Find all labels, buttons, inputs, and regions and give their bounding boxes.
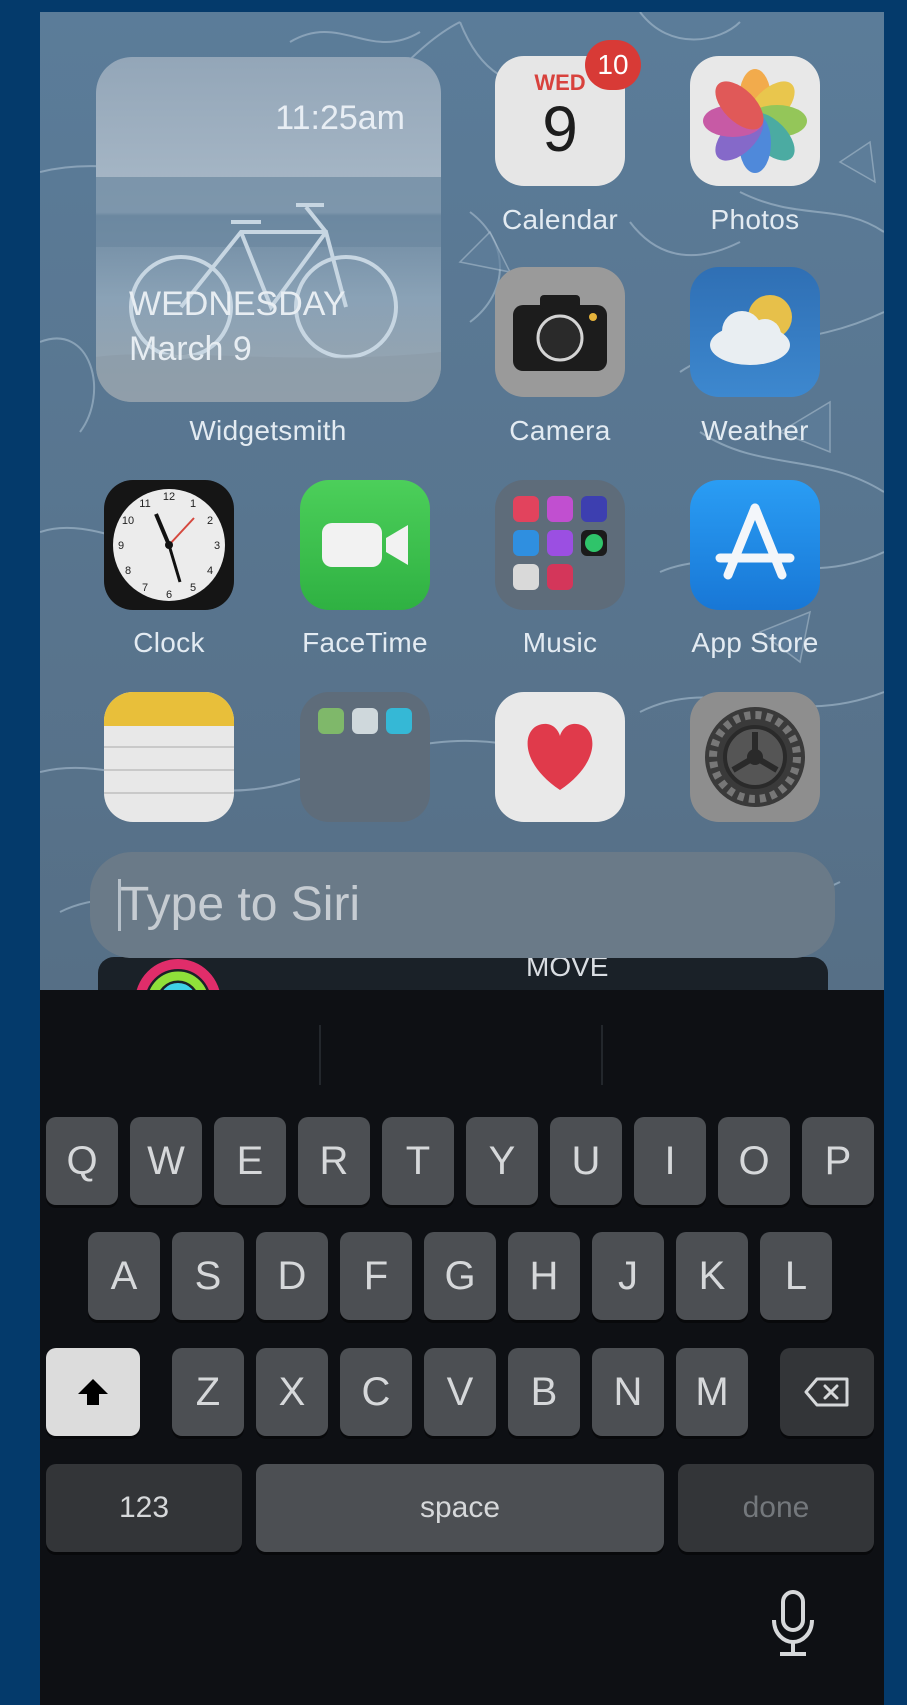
key-p[interactable]: P (802, 1117, 874, 1205)
key-c[interactable]: C (340, 1348, 412, 1436)
svg-text:6: 6 (166, 589, 172, 601)
svg-text:2: 2 (207, 515, 213, 527)
widgetsmith-label: Widgetsmith (189, 415, 347, 446)
key-h[interactable]: H (508, 1232, 580, 1320)
key-i[interactable]: I (634, 1117, 706, 1205)
microphone-icon (772, 1590, 814, 1656)
widgetsmith-widget[interactable]: 11:25am WEDNESDAY March 9 (96, 57, 441, 402)
prediction-divider (601, 1025, 603, 1085)
keyboard: Q W E R T Y U I O P A S D F G H J K L Z … (40, 990, 884, 1705)
key-e[interactable]: E (214, 1117, 286, 1205)
phone-screen: 11:25am WEDNESDAY March 9 Widgetsmith WE… (40, 12, 884, 1705)
svg-text:11: 11 (139, 498, 150, 510)
key-g[interactable]: G (424, 1232, 496, 1320)
photos-flower-icon (703, 69, 807, 173)
key-y[interactable]: Y (466, 1117, 538, 1205)
weather-label: Weather (701, 415, 809, 446)
key-v[interactable]: V (424, 1348, 496, 1436)
svg-text:1: 1 (190, 498, 196, 510)
widget-date: March 9 (129, 330, 252, 368)
svg-text:9: 9 (118, 540, 124, 552)
photos-app-icon[interactable] (690, 56, 820, 186)
key-f[interactable]: F (340, 1232, 412, 1320)
svg-text:3: 3 (214, 540, 220, 552)
clock-app-icon[interactable]: 12 1 2 3 45 6 78 9 10 11 (104, 480, 234, 610)
key-b[interactable]: B (508, 1348, 580, 1436)
numbers-key[interactable]: 123 (46, 1464, 242, 1552)
photos-label: Photos (710, 204, 800, 235)
key-l[interactable]: L (760, 1232, 832, 1320)
home-screen: 11:25am WEDNESDAY March 9 Widgetsmith WE… (40, 12, 884, 1017)
key-m[interactable]: M (676, 1348, 748, 1436)
weather-app-icon[interactable] (690, 267, 820, 397)
svg-text:12: 12 (163, 491, 175, 503)
key-s[interactable]: S (172, 1232, 244, 1320)
navigation-folder-icon[interactable] (300, 692, 430, 822)
clock-label: Clock (133, 627, 205, 658)
calendar-badge: 10 (585, 40, 641, 90)
gear-icon (705, 707, 805, 807)
notes-app-icon[interactable] (104, 692, 234, 822)
settings-app-icon[interactable] (690, 692, 820, 822)
key-d[interactable]: D (256, 1232, 328, 1320)
key-x[interactable]: X (256, 1348, 328, 1436)
music-label: Music (522, 627, 598, 658)
calendar-day-number: 9 (542, 93, 578, 165)
type-to-siri-field[interactable]: Type to Siri (90, 852, 835, 958)
prediction-divider (319, 1025, 321, 1085)
svg-text:10: 10 (122, 515, 134, 527)
key-a[interactable]: A (88, 1232, 160, 1320)
move-label: MOVE (526, 957, 609, 982)
heart-icon (527, 723, 593, 790)
shift-arrow-icon (78, 1379, 108, 1405)
camera-icon (513, 295, 607, 371)
delete-key[interactable] (780, 1348, 874, 1436)
shift-key[interactable] (46, 1348, 140, 1436)
video-camera-icon (322, 523, 408, 567)
calendar-label: Calendar (501, 204, 619, 235)
camera-label: Camera (509, 415, 611, 446)
music-folder-icon[interactable] (495, 480, 625, 610)
health-app-icon[interactable] (495, 692, 625, 822)
backspace-icon (804, 1377, 849, 1407)
space-key[interactable]: space (256, 1464, 664, 1552)
app-store-label: App Store (691, 627, 819, 658)
app-store-a-icon (715, 503, 795, 580)
svg-text:5: 5 (190, 582, 196, 594)
maps-apps-icon (318, 708, 412, 734)
music-folder-apps-icon (513, 496, 607, 590)
facetime-label: FaceTime (302, 627, 428, 658)
key-j[interactable]: J (592, 1232, 664, 1320)
key-o[interactable]: O (718, 1117, 790, 1205)
key-n[interactable]: N (592, 1348, 664, 1436)
key-u[interactable]: U (550, 1117, 622, 1205)
camera-app-icon[interactable] (495, 267, 625, 397)
key-z[interactable]: Z (172, 1348, 244, 1436)
widget-weekday: WEDNESDAY (129, 285, 346, 323)
svg-text:7: 7 (142, 582, 148, 594)
done-key[interactable]: done (678, 1464, 874, 1552)
dictation-button[interactable] (768, 1588, 818, 1660)
svg-text:8: 8 (125, 565, 131, 577)
key-r[interactable]: R (298, 1117, 370, 1205)
siri-placeholder: Type to Siri (120, 878, 361, 931)
notes-icon (104, 692, 234, 794)
app-store-icon[interactable] (690, 480, 820, 610)
key-w[interactable]: W (130, 1117, 202, 1205)
key-q[interactable]: Q (46, 1117, 118, 1205)
key-t[interactable]: T (382, 1117, 454, 1205)
sun-cloud-icon (710, 295, 792, 365)
clock-face-icon: 12 12 3 45 6 78 9 10 11 (113, 489, 225, 601)
key-k[interactable]: K (676, 1232, 748, 1320)
widget-time: 11:25am (275, 99, 405, 137)
facetime-app-icon[interactable] (300, 480, 430, 610)
svg-text:4: 4 (207, 565, 213, 577)
